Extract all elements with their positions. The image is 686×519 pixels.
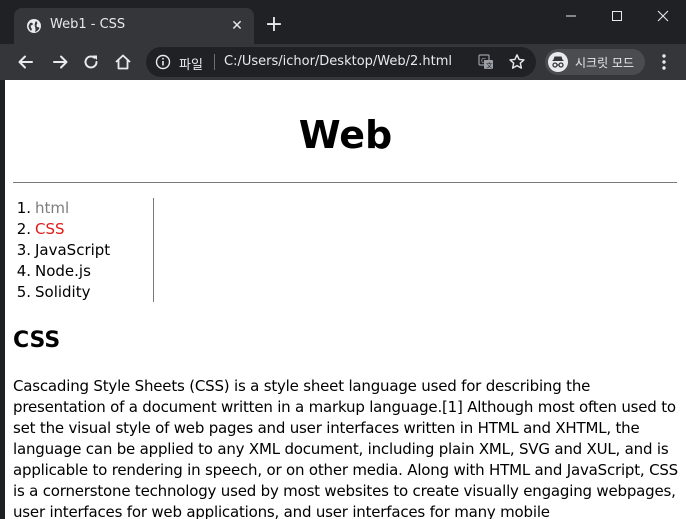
- nav-link[interactable]: Node.js: [35, 262, 91, 280]
- nav-item-number: 2.: [16, 220, 31, 238]
- svg-text:文: 文: [486, 61, 493, 70]
- reload-icon[interactable]: [81, 52, 101, 72]
- address-bar[interactable]: 파일 C:/Users/ichor/Desktop/Web/2.html G 文: [146, 47, 536, 77]
- nav-item-number: 4.: [16, 262, 31, 280]
- translate-icon[interactable]: G 文: [478, 54, 494, 70]
- article-body: Cascading Style Sheets (CSS) is a style …: [13, 377, 678, 519]
- topic-list: 1. html 2. CSS 3. JavaScript 4. Node.js 5. Solidi…: [13, 198, 153, 303]
- back-arrow-icon[interactable]: [16, 52, 36, 72]
- close-tab-button[interactable]: ✕: [228, 17, 246, 35]
- nav-item-number: 5.: [16, 283, 31, 301]
- nav-item-javascript: 3. JavaScript: [13, 240, 153, 261]
- nav-item-css: 2. CSS: [13, 219, 153, 240]
- minimize-icon: [566, 15, 576, 17]
- nav-item-node-js: 4. Node.js: [13, 261, 153, 282]
- nav-link[interactable]: Solidity: [35, 283, 90, 301]
- forward-arrow-icon[interactable]: [50, 52, 70, 72]
- globe-icon: [27, 19, 41, 33]
- scheme-label: 파일: [179, 58, 203, 73]
- new-tab-button[interactable]: +: [262, 14, 286, 38]
- title-bar: Web1 - CSS ✕ +: [0, 0, 686, 44]
- incognito-badge[interactable]: 시크릿 모드: [545, 49, 645, 75]
- nav-item-html: 1. html: [13, 198, 153, 219]
- nav-link[interactable]: html: [35, 199, 69, 217]
- address-separator: [214, 54, 215, 70]
- close-window-button[interactable]: [640, 0, 686, 32]
- nav-link[interactable]: JavaScript: [35, 241, 110, 259]
- browser-toolbar: 파일 C:/Users/ichor/Desktop/Web/2.html G 文…: [0, 44, 686, 80]
- incognito-icon: [548, 52, 568, 72]
- incognito-label: 시크릿 모드: [575, 56, 635, 70]
- nav-link[interactable]: CSS: [35, 220, 65, 238]
- nav-item-number: 3.: [16, 241, 31, 259]
- close-icon: [657, 10, 669, 22]
- title-divider: [13, 182, 677, 183]
- maximize-button[interactable]: [594, 0, 640, 32]
- star-icon[interactable]: [508, 53, 526, 71]
- nav-item-number: 1.: [16, 199, 31, 217]
- maximize-icon: [612, 11, 622, 21]
- tab-title: Web1 - CSS: [50, 17, 126, 32]
- browser-tab[interactable]: Web1 - CSS ✕: [14, 8, 254, 44]
- page-viewport: Web 1. html 2. CSS 3. JavaScript 4. Node.js 5. So…: [5, 80, 686, 519]
- section-heading: CSS: [13, 328, 61, 353]
- url-text[interactable]: C:/Users/ichor/Desktop/Web/2.html: [224, 54, 452, 69]
- topic-nav: 1. html 2. CSS 3. JavaScript 4. Node.js 5. Solidi…: [13, 198, 154, 302]
- page-title[interactable]: Web: [5, 113, 686, 157]
- more-vert-icon[interactable]: [656, 52, 672, 72]
- minimize-button[interactable]: [548, 0, 594, 32]
- home-icon[interactable]: [113, 52, 133, 72]
- info-icon[interactable]: [155, 54, 171, 70]
- nav-item-solidity: 5. Solidity: [13, 282, 153, 303]
